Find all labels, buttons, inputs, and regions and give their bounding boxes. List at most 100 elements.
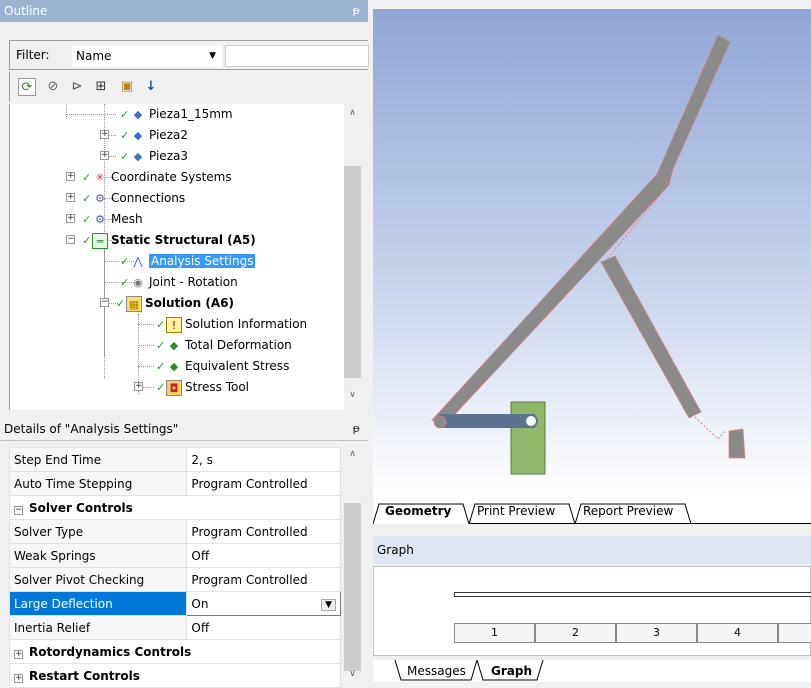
filter-select[interactable]: Name ▼ — [72, 45, 222, 67]
tree-item-mesh[interactable]: ✓ ⚙ Mesh — [82, 209, 143, 230]
step-cell[interactable]: 2 — [535, 623, 616, 643]
outline-toolbar: ⟳ ⊘ ⊳ ⊞ ▣ ↓ — [9, 72, 368, 102]
step-cell[interactable]: 4 — [697, 623, 778, 643]
tree-expander[interactable]: + — [100, 130, 109, 139]
check-icon: ✓ — [116, 297, 126, 310]
check-icon: ✓ — [82, 171, 92, 184]
details-panel: Details of "Analysis Settings" ᵽ Step En… — [0, 417, 368, 688]
tree-item-solution-information[interactable]: ✓! Solution Information — [156, 314, 307, 335]
tab-print-preview[interactable]: Print Preview — [477, 504, 555, 518]
step-cell[interactable]: 1 — [454, 623, 535, 643]
collapse-icon[interactable]: − — [14, 505, 23, 515]
expand-tree-icon[interactable]: ⊳ — [68, 78, 86, 96]
check-icon: ✓ — [156, 360, 166, 373]
chevron-down-icon[interactable]: ▼ — [209, 45, 216, 67]
tree-expander[interactable]: + — [100, 151, 109, 160]
pin-icon[interactable]: ᵽ — [353, 0, 360, 22]
view-tab-bar: Geometry Print Preview Report Preview — [373, 498, 811, 524]
check-icon: ✓ — [156, 318, 166, 331]
tree-expander[interactable]: + — [66, 193, 75, 202]
details-scrollbar[interactable]: ∧ ∨ — [344, 447, 361, 682]
analysis-icon: ═ — [92, 232, 108, 249]
tab-report-preview[interactable]: Report Preview — [583, 504, 673, 518]
details-row[interactable]: Inertia Relief Off — [8, 615, 341, 640]
details-title-bar: Details of "Analysis Settings" ᵽ — [0, 417, 368, 441]
tree-item-joint-rotation[interactable]: ✓ ◉ Joint - Rotation — [120, 272, 238, 293]
tree-expander[interactable]: + — [66, 214, 75, 223]
body-icon: ◆ — [133, 149, 143, 163]
scroll-down-icon[interactable]: ∨ — [344, 669, 361, 679]
suppress-icon[interactable]: ⊘ — [44, 78, 62, 96]
scroll-up-icon[interactable]: ∧ — [344, 108, 361, 118]
check-icon: ✓ — [156, 381, 166, 394]
filter-label: Filter: — [16, 48, 50, 62]
tree-item-stress-tool[interactable]: ✓ ◘ Stress Tool — [156, 377, 249, 398]
expand-icon[interactable]: + — [14, 649, 23, 659]
details-group-restart[interactable]: + Restart Controls — [9, 663, 341, 688]
step-cell[interactable]: 3 — [616, 623, 697, 643]
body-icon: ◆ — [133, 128, 143, 142]
large-deflection-select[interactable]: On ▼ — [186, 591, 341, 616]
result-icon: ◆ — [169, 338, 179, 352]
step-cell[interactable] — [778, 623, 811, 643]
tree-item-coordinate-systems[interactable]: ✓ ✳ Coordinate Systems — [82, 167, 232, 188]
expand-all-icon[interactable]: ⊞ — [92, 78, 110, 96]
details-table: Step End Time 2, s Auto Time Stepping Prog… — [8, 447, 341, 688]
small-piece — [728, 428, 746, 459]
details-row[interactable]: Auto Time Stepping Program Controlled — [8, 471, 341, 496]
sort-az-icon[interactable]: ↓ — [142, 78, 160, 96]
outline-panel: Outline ᵽ Filter: Name ▼ ⟳ ⊘ ⊳ ⊞ ▣ ↓ + +… — [0, 0, 369, 410]
details-group-rotordynamics[interactable]: + Rotordynamics Controls — [9, 639, 341, 664]
tree-item-pieza3[interactable]: ✓ ◆ Pieza3 — [120, 146, 188, 167]
body-icon: ◆ — [133, 107, 143, 121]
tree-item-analysis-settings[interactable]: ✓ ⋀ Analysis Settings — [120, 251, 256, 272]
folder-icon[interactable]: ▣ — [118, 78, 136, 96]
tree-item-solution[interactable]: ✓ ▦ Solution (A6) — [116, 293, 234, 314]
settings-icon: ⋀ — [133, 254, 143, 268]
geometry-model — [431, 34, 746, 475]
tree-expander[interactable]: − — [100, 298, 109, 307]
tab-geometry[interactable]: Geometry — [385, 504, 451, 518]
scroll-up-icon[interactable]: ∧ — [344, 449, 361, 459]
details-row-large-deflection[interactable]: Large Deflection On ▼ — [8, 591, 341, 616]
bottom-tab-bar: Messages Graph — [373, 660, 811, 682]
details-group-solver-controls[interactable]: − Solver Controls — [9, 495, 341, 520]
refresh-icon[interactable]: ⟳ — [18, 78, 36, 96]
tree-item-static-structural[interactable]: ✓ ═ Static Structural (A5) — [82, 230, 256, 251]
details-row[interactable]: Solver Type Program Controlled — [8, 519, 341, 544]
mesh-icon: ⚙ — [95, 212, 105, 226]
tree-item-connections[interactable]: ✓ ⚙ Connections — [82, 188, 185, 209]
tree-expander[interactable]: + — [66, 172, 75, 181]
tab-messages[interactable]: Messages — [407, 664, 466, 678]
pin-icon[interactable]: ᵽ — [353, 417, 360, 441]
details-row[interactable]: Solver Pivot Checking Program Controlled — [8, 567, 341, 592]
filter-input[interactable] — [225, 45, 369, 67]
tree-item-pieza2[interactable]: ✓ ◆ Pieza2 — [120, 125, 188, 146]
pin-joint — [524, 414, 538, 428]
tab-graph[interactable]: Graph — [491, 664, 532, 678]
details-row[interactable]: Step End Time 2, s — [8, 447, 341, 472]
tree-expander[interactable]: + — [134, 382, 143, 391]
arm-upper — [656, 34, 731, 189]
geometry-viewport[interactable] — [373, 9, 811, 498]
scroll-thumb[interactable] — [344, 166, 361, 378]
right-bar — [600, 255, 702, 419]
scroll-down-icon[interactable]: ∨ — [344, 390, 361, 400]
expand-icon[interactable]: + — [14, 673, 23, 683]
filter-bar: Filter: Name ▼ — [9, 40, 369, 70]
scroll-thumb[interactable] — [344, 503, 361, 671]
outline-tree: + + + + + − − + ✓ ◆ Pieza1_15mm ✓ ◆ Pieza2 ✓… — [9, 104, 344, 410]
check-icon: ✓ — [120, 255, 130, 268]
tree-item-equivalent-stress[interactable]: ✓ ◆ Equivalent Stress — [156, 356, 289, 377]
tree-item-total-deformation[interactable]: ✓ ◆ Total Deformation — [156, 335, 292, 356]
tree-item-pieza1[interactable]: ✓ ◆ Pieza1_15mm — [120, 104, 233, 125]
stress-tool-icon: ◘ — [166, 379, 182, 396]
chevron-down-icon[interactable]: ▼ — [321, 598, 336, 611]
tree-expander[interactable]: − — [66, 235, 75, 244]
info-icon: ! — [166, 316, 182, 333]
details-row[interactable]: Weak Springs Off — [8, 543, 341, 568]
joint-icon: ◉ — [133, 275, 143, 289]
link-dotted — [694, 416, 726, 440]
graph-area[interactable]: 1 2 3 4 — [373, 566, 811, 656]
outline-scrollbar[interactable]: ∧ ∨ — [344, 104, 361, 410]
